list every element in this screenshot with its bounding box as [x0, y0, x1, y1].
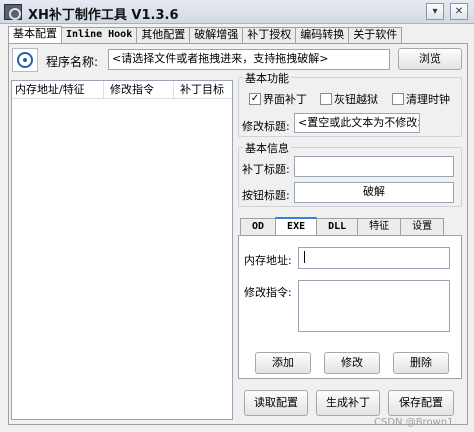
button-title-label: 按钮标题:	[242, 189, 290, 202]
add-button[interactable]: 添加	[255, 352, 311, 374]
modify-instruction-textarea[interactable]	[298, 280, 450, 332]
ui-patch-label: 界面补丁	[263, 93, 307, 106]
tab-basic-config[interactable]: 基本配置	[8, 26, 62, 44]
save-config-button[interactable]: 保存配置	[388, 390, 454, 416]
gray-button-check-mark[interactable]	[320, 93, 332, 105]
tab-encoding-convert[interactable]: 编码转换	[295, 27, 350, 43]
modify-title-label: 修改标题:	[242, 120, 290, 133]
window-title: XH补丁制作工具 V1.3.6	[28, 8, 179, 23]
column-patch-target[interactable]: 补丁目标	[174, 81, 232, 99]
basic-info-title: 基本信息	[243, 140, 291, 156]
patch-title-label: 补丁标题:	[242, 163, 290, 176]
gray-button-jailbreak-label: 灰钮越狱	[334, 93, 378, 106]
inner-tab-strip: OD EXE DLL 特征 设置	[240, 217, 445, 236]
tab-about[interactable]: 关于软件	[348, 27, 403, 43]
delete-button[interactable]: 删除	[393, 352, 449, 374]
generate-patch-button[interactable]: 生成补丁	[316, 390, 380, 416]
tab-crack-enhance[interactable]: 破解增强	[189, 27, 244, 43]
tab-exe[interactable]: EXE	[275, 217, 318, 236]
column-address[interactable]: 内存地址/特征	[12, 81, 104, 99]
modify-title-input[interactable]: <置空或此文本为不修改>	[294, 113, 420, 133]
memory-address-label: 内存地址:	[244, 254, 292, 267]
tab-settings[interactable]: 设置	[400, 218, 445, 235]
patch-list[interactable]: 内存地址/特征 修改指令 补丁目标	[11, 80, 233, 420]
tab-signature[interactable]: 特征	[357, 218, 402, 235]
text-caret	[304, 251, 305, 263]
memory-address-input[interactable]	[298, 247, 450, 269]
browse-button[interactable]: 浏览	[398, 48, 462, 70]
basic-functions-title: 基本功能	[243, 70, 291, 86]
program-path-input[interactable]: <请选择文件或者拖拽进来，支持拖拽破解>	[108, 49, 390, 70]
tab-patch-license[interactable]: 补丁授权	[242, 27, 297, 43]
tab-inline-hook[interactable]: Inline Hook	[61, 27, 138, 43]
ui-patch-checkbox[interactable]: ✓ 界面补丁	[249, 91, 307, 107]
button-title-input[interactable]: 破解	[294, 182, 454, 203]
main-tab-strip: 基本配置 Inline Hook 其他配置 破解增强 补丁授权 编码转换 关于软…	[8, 26, 403, 44]
watermark-text: CSDN @Brown1.	[374, 417, 457, 428]
clear-clock-label: 清理时钟	[406, 93, 450, 106]
ui-patch-check-mark[interactable]: ✓	[249, 93, 261, 105]
target-logo-icon[interactable]	[12, 48, 38, 72]
minimize-button[interactable]: ▾	[426, 3, 444, 20]
program-name-label: 程序名称:	[46, 55, 99, 69]
app-icon	[4, 4, 22, 20]
clear-clock-checkbox[interactable]: 清理时钟	[392, 91, 450, 107]
modify-instruction-label: 修改指令:	[244, 286, 292, 299]
read-config-button[interactable]: 读取配置	[244, 390, 308, 416]
patch-title-input[interactable]	[294, 156, 454, 177]
gray-button-jailbreak-checkbox[interactable]: 灰钮越狱	[320, 91, 378, 107]
column-instruction[interactable]: 修改指令	[104, 81, 174, 99]
patch-list-header: 内存地址/特征 修改指令 补丁目标	[12, 81, 232, 99]
tab-od[interactable]: OD	[240, 218, 277, 235]
title-bar: XH补丁制作工具 V1.3.6 ▾ ✕	[0, 0, 474, 24]
modify-button[interactable]: 修改	[324, 352, 380, 374]
clear-clock-check-mark[interactable]	[392, 93, 404, 105]
tab-dll[interactable]: DLL	[316, 218, 359, 235]
tab-other-config[interactable]: 其他配置	[136, 27, 191, 43]
close-button[interactable]: ✕	[450, 3, 468, 20]
